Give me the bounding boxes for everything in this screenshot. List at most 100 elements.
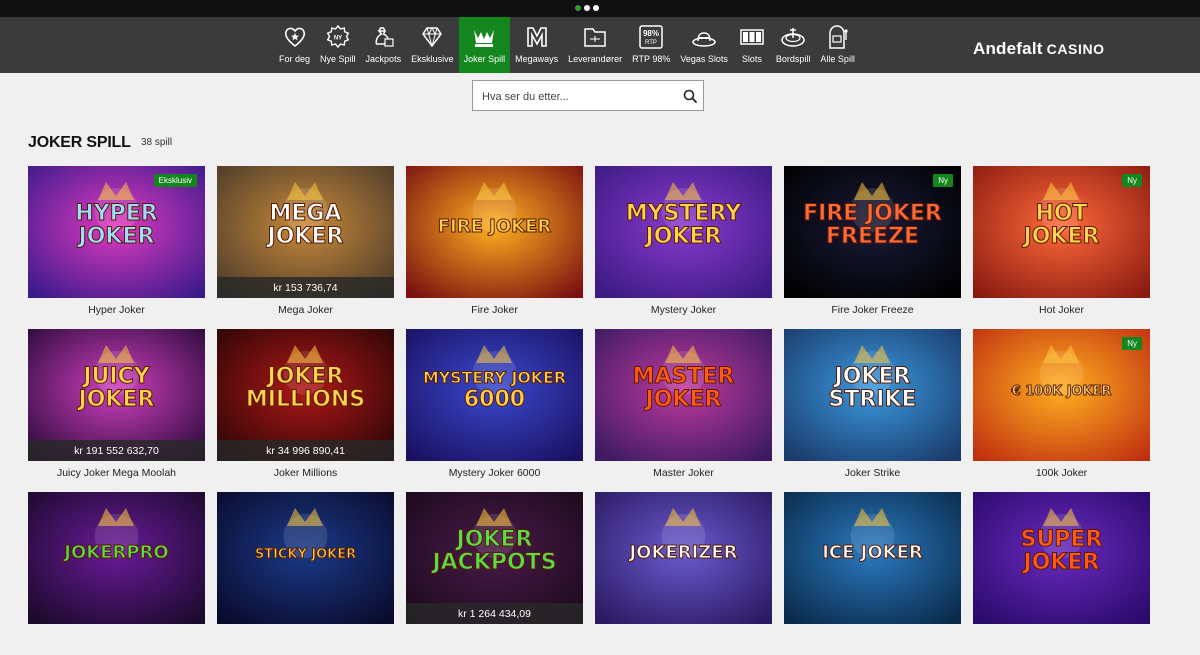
svg-text:HOT: HOT (1035, 201, 1087, 226)
game-card[interactable]: JOKER STRIKE Joker Strike (784, 329, 961, 492)
nav-items: For deg NY Nye Spill Jackpots Eksklusive Joke… (274, 17, 860, 73)
game-thumbnail[interactable]: SUPER JOKER (973, 492, 1150, 624)
nav-item-rtp-98-[interactable]: 98% RTP RTP 98% (627, 17, 675, 73)
nav-item-nye-spill[interactable]: NY Nye Spill (315, 17, 361, 73)
game-thumbnail[interactable]: HOT JOKER Ny (973, 166, 1150, 298)
nav-item-eksklusive[interactable]: Eksklusive (406, 17, 459, 73)
game-thumbnail[interactable]: MYSTERY JOKER (595, 166, 772, 298)
game-thumbnail[interactable]: FIRE JOKER (406, 166, 583, 298)
money-bag-icon (369, 23, 397, 51)
svg-text:FREEZE: FREEZE (826, 224, 919, 249)
game-card[interactable]: STICKY JOKER (217, 492, 394, 655)
game-name[interactable]: Joker Strike (784, 461, 961, 492)
game-name[interactable]: Joker Millions (217, 461, 394, 492)
category-nav: For deg NY Nye Spill Jackpots Eksklusive Joke… (0, 17, 1200, 73)
game-card[interactable]: MYSTERY JOKER Mystery Joker (595, 166, 772, 329)
megaways-icon (523, 23, 551, 51)
logo-brand: Andefalt (973, 39, 1043, 58)
carousel-dot[interactable] (584, 5, 590, 11)
game-thumbnail[interactable]: JOKERPRO (28, 492, 205, 624)
game-badge: Ny (1122, 337, 1142, 350)
game-thumbnail[interactable]: € 100K JOKER Ny (973, 329, 1150, 461)
game-thumbnail[interactable]: JOKERIZER (595, 492, 772, 624)
game-card[interactable]: € 100K JOKER Ny 100k Joker (973, 329, 1150, 492)
game-card[interactable]: MEGA JOKER kr 153 736,74 Mega Joker (217, 166, 394, 329)
game-thumbnail[interactable]: STICKY JOKER (217, 492, 394, 624)
section-title: JOKER SPILL (28, 134, 131, 151)
game-name[interactable]: Mystery Joker 6000 (406, 461, 583, 492)
game-card[interactable]: FIRE JOKER Fire Joker (406, 166, 583, 329)
logo[interactable]: Andefalt CASINO (973, 39, 1105, 59)
nav-item-for-deg[interactable]: For deg (274, 17, 315, 73)
game-name[interactable] (595, 624, 772, 655)
game-name[interactable]: Juicy Joker Mega Moolah (28, 461, 205, 492)
nav-item-slots[interactable]: Slots (733, 17, 771, 73)
game-name[interactable] (784, 624, 961, 655)
game-thumbnail[interactable]: JUICY JOKER kr 191 552 632,70 (28, 329, 205, 461)
heart-star-icon (281, 23, 309, 51)
nav-item-alle-spill[interactable]: Alle Spill (815, 17, 860, 73)
diamond-icon (418, 23, 446, 51)
game-thumbnail[interactable]: MEGA JOKER kr 153 736,74 (217, 166, 394, 298)
game-thumbnail[interactable]: MASTER JOKER (595, 329, 772, 461)
svg-text:JOKER: JOKER (77, 387, 155, 412)
svg-text:JOKER: JOKER (644, 224, 722, 249)
game-name[interactable] (28, 624, 205, 655)
game-name[interactable]: Master Joker (595, 461, 772, 492)
game-name[interactable]: Fire Joker (406, 298, 583, 329)
game-card[interactable]: MASTER JOKER Master Joker (595, 329, 772, 492)
game-card[interactable]: JOKER JACKPOTS kr 1 264 434,09 (406, 492, 583, 655)
game-thumbnail[interactable]: JOKER STRIKE (784, 329, 961, 461)
game-grid: HYPER JOKER Eksklusiv Hyper Joker MEGA JOKER k… (28, 166, 1150, 655)
game-thumbnail[interactable]: ICE JOKER (784, 492, 961, 624)
game-card[interactable]: JOKERIZER (595, 492, 772, 655)
nav-label: RTP 98% (632, 54, 671, 64)
carousel-dots (575, 5, 599, 11)
nav-item-megaways[interactable]: Megaways (510, 17, 563, 73)
svg-text:JOKER: JOKER (266, 364, 344, 389)
svg-text:JOKER: JOKER (1022, 224, 1100, 249)
game-name[interactable]: Hyper Joker (28, 298, 205, 329)
svg-text:STRIKE: STRIKE (828, 387, 916, 412)
nav-item-vegas-slots[interactable]: Vegas Slots (675, 17, 733, 73)
nav-item-jackpots[interactable]: Jackpots (361, 17, 407, 73)
game-name[interactable] (217, 624, 394, 655)
game-thumbnail[interactable]: MYSTERY JOKER 6000 (406, 329, 583, 461)
game-name[interactable]: Mega Joker (217, 298, 394, 329)
search-input[interactable] (480, 81, 684, 112)
nav-label: Megaways (515, 54, 559, 64)
game-card[interactable]: HYPER JOKER Eksklusiv Hyper Joker (28, 166, 205, 329)
game-name[interactable]: Hot Joker (973, 298, 1150, 329)
game-thumbnail-art: MASTERJOKER (595, 329, 772, 461)
game-card[interactable]: HOT JOKER Ny Hot Joker (973, 166, 1150, 329)
carousel-dot[interactable] (593, 5, 599, 11)
nav-label: Leverandører (568, 54, 623, 64)
game-card[interactable]: JOKER MILLIONS kr 34 996 890,41 Joker Milli… (217, 329, 394, 492)
jackpot-amount: kr 191 552 632,70 (28, 440, 205, 461)
jackpot-amount: kr 1 264 434,09 (406, 603, 583, 624)
nav-item-bordspill[interactable]: Bordspill (771, 17, 816, 73)
game-card[interactable]: MYSTERY JOKER 6000 Mystery Joker 6000 (406, 329, 583, 492)
nav-label: Eksklusive (411, 54, 454, 64)
game-thumbnail[interactable]: JOKER JACKPOTS kr 1 264 434,09 (406, 492, 583, 624)
game-card[interactable]: FIRE JOKER FREEZE Ny Fire Joker Freeze (784, 166, 961, 329)
game-thumbnail[interactable]: FIRE JOKER FREEZE Ny (784, 166, 961, 298)
carousel-dot-active[interactable] (575, 5, 581, 11)
game-card[interactable]: ICE JOKER (784, 492, 961, 655)
game-card[interactable]: SUPER JOKER (973, 492, 1150, 655)
game-name[interactable] (973, 624, 1150, 655)
game-thumbnail[interactable]: JOKER MILLIONS kr 34 996 890,41 (217, 329, 394, 461)
game-name[interactable]: 100k Joker (973, 461, 1150, 492)
game-thumbnail[interactable]: HYPER JOKER Eksklusiv (28, 166, 205, 298)
game-badge: Ny (933, 174, 953, 187)
nav-item-leverandører[interactable]: Leverandører (563, 17, 627, 73)
game-name[interactable] (406, 624, 583, 655)
game-badge: Eksklusiv (153, 174, 197, 187)
game-card[interactable]: JUICY JOKER kr 191 552 632,70 Juicy Joker M… (28, 329, 205, 492)
svg-text:98%: 98% (643, 29, 659, 38)
nav-item-joker-spill[interactable]: Joker Spill (458, 17, 511, 73)
search-icon[interactable] (683, 89, 697, 103)
game-name[interactable]: Mystery Joker (595, 298, 772, 329)
game-card[interactable]: JOKERPRO (28, 492, 205, 655)
game-name[interactable]: Fire Joker Freeze (784, 298, 961, 329)
